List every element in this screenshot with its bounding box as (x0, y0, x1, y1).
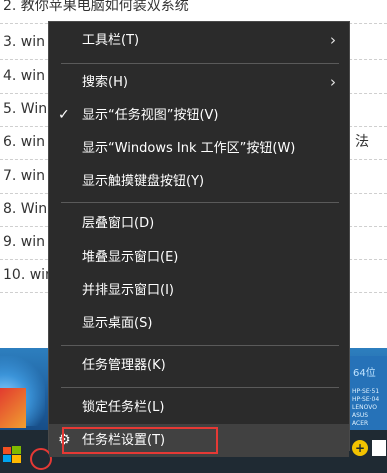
list-item-label: 2. 教你苹果电脑如何装双系统 (3, 0, 189, 14)
menu-item-stack[interactable]: 堆叠显示窗口(E) (49, 241, 349, 274)
brand-list-text: HP·SE·51 HP·SE·04 LENOVO ASUS ACER (352, 388, 380, 427)
menu-item-cascade[interactable]: 层叠窗口(D) (49, 207, 349, 240)
list-item-label: 10. win (3, 267, 54, 283)
menu-item-label: 层叠窗口(D) (82, 216, 155, 231)
menu-item-label: 工具栏(T) (82, 33, 140, 48)
menu-item-label: 并排显示窗口(I) (82, 283, 174, 298)
list-item-label: 5. Win (3, 101, 48, 117)
taskbar-app-icon[interactable]: + (352, 440, 368, 456)
menu-item-show-ink[interactable]: 显示“Windows Ink 工作区”按钮(W) (49, 132, 349, 165)
list-item-label: 4. win (3, 68, 46, 84)
list-item-label: 8. Win (3, 201, 48, 217)
menu-item-lock-taskbar[interactable]: 锁定任务栏(L) (49, 391, 349, 424)
menu-item-label: 显示“任务视图”按钮(V) (82, 108, 219, 123)
menu-item-label: 显示触摸键盘按钮(Y) (82, 174, 205, 189)
list-item-label: 7. win (3, 168, 46, 184)
menu-divider (61, 202, 339, 203)
chevron-right-icon: › (330, 31, 336, 49)
menu-divider (61, 387, 339, 388)
menu-item-label: 搜索(H) (82, 75, 128, 90)
check-icon: ✓ (58, 107, 70, 123)
list-item-label: 9. win (3, 234, 46, 250)
wallpaper-accent (0, 388, 26, 428)
list-item-tail: 法 (355, 134, 369, 150)
edition-text: 64位 (353, 368, 376, 379)
menu-item-side-by-side[interactable]: 并排显示窗口(I) (49, 274, 349, 307)
menu-item-task-manager[interactable]: 任务管理器(K) (49, 349, 349, 382)
chevron-right-icon: › (330, 73, 336, 91)
menu-divider (61, 345, 339, 346)
menu-item-toolbars[interactable]: 工具栏(T) › (49, 24, 349, 57)
menu-item-search[interactable]: 搜索(H) › (49, 66, 349, 99)
list-item-label: 3. win (3, 34, 46, 50)
windows-start-icon[interactable] (2, 444, 22, 464)
menu-item-label: 显示“Windows Ink 工作区”按钮(W) (82, 141, 296, 156)
menu-item-show-task-view[interactable]: ✓ 显示“任务视图”按钮(V) (49, 99, 349, 132)
menu-item-label: 堆叠显示窗口(E) (82, 250, 179, 265)
taskbar-app-icon[interactable] (372, 440, 386, 456)
taskbar-context-menu: 工具栏(T) › 搜索(H) › ✓ 显示“任务视图”按钮(V) 显示“Wind… (48, 21, 350, 457)
menu-divider (61, 63, 339, 64)
menu-item-show-desktop[interactable]: 显示桌面(S) (49, 307, 349, 340)
list-item-label: 6. win (3, 134, 46, 150)
menu-item-label: 显示桌面(S) (82, 316, 153, 331)
menu-item-label: 任务管理器(K) (82, 358, 166, 373)
menu-item-show-touch-keyboard[interactable]: 显示触摸键盘按钮(Y) (49, 165, 349, 198)
annotation-highlight-box (62, 427, 218, 454)
menu-item-label: 锁定任务栏(L) (82, 400, 165, 415)
